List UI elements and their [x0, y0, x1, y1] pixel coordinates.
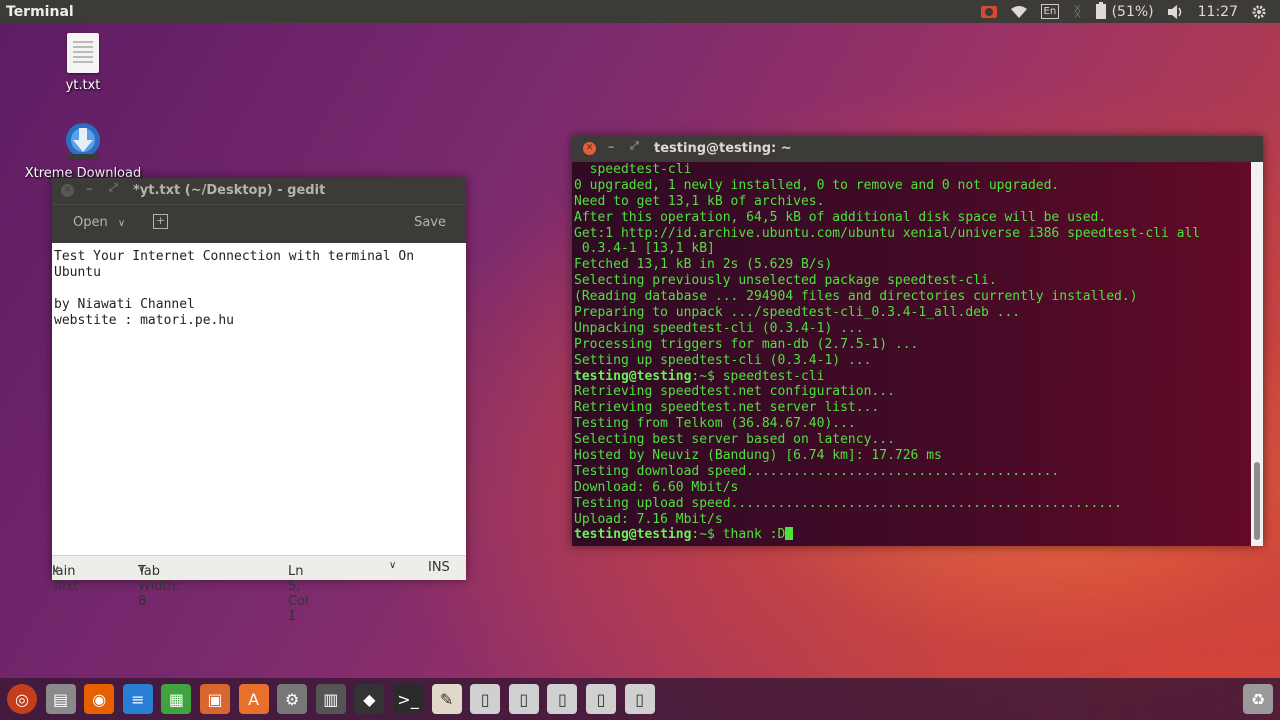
terminal-line: Download: 6.60 Mbit/s [574, 479, 739, 495]
terminal-line: (Reading database ... 294904 files and d… [574, 289, 1138, 305]
terminal-line: Need to get 13,1 kB of archives. [574, 193, 825, 209]
terminal-line: Hosted by Neuviz (Bandung) [6.74 km]: 17… [574, 448, 942, 464]
terminal-line: Selecting previously unselected package … [574, 273, 997, 289]
system-settings-icon[interactable]: ⚙ [277, 684, 308, 714]
desktop-icon-xtreme-download[interactable]: Xtreme Download [20, 122, 146, 181]
terminal-line: Preparing to unpack .../speedtest-cli_0.… [574, 305, 1021, 321]
terminal-titlebar[interactable]: ✕ – ⤢ testing@testing: ~ [572, 136, 1263, 162]
firefox-icon[interactable]: ◉ [84, 684, 115, 714]
prompt-command: speedtest-cli [722, 368, 825, 384]
window-title: *yt.txt (~/Desktop) - gedit [133, 183, 326, 198]
terminal-line: Retrieving speedtest.net configuration..… [574, 384, 895, 400]
save-button[interactable]: Save [414, 215, 446, 230]
terminal-line: 0.3.4-1 [13,1 kB] [574, 241, 715, 257]
terminal-line: Fetched 13,1 kB in 2s (5.629 B/s) [574, 257, 833, 273]
terminal-line: Upload: 7.16 Mbit/s [574, 511, 723, 527]
chevron-down-icon: ∨ [117, 218, 126, 229]
prompt-user-host: testing@testing [574, 527, 692, 543]
ubuntu-dash-icon[interactable]: ◎ [7, 684, 37, 714]
gedit-statusbar: lain Text ∨ Tab Width: 8 ∨ Ln 5, Col 1 ∨… [52, 555, 466, 624]
download-manager-icon [62, 122, 104, 162]
desktop-icon-yt-txt[interactable]: yt.txt [50, 33, 116, 93]
software-center-icon[interactable]: A [238, 684, 269, 714]
terminal-line: Testing from Telkom (36.84.67.40)... [574, 416, 856, 432]
terminal-output[interactable]: speedtest-cli 0 upgraded, 1 newly install… [572, 162, 1253, 546]
scrollbar-thumb[interactable] [1254, 462, 1260, 540]
terminal-line: Processing triggers for man-db (2.7.5-1)… [574, 336, 919, 352]
new-tab-icon[interactable]: + [153, 214, 168, 229]
terminal-prompt-line: testing@testing:~$ thank :D [574, 527, 1253, 543]
chevron-down-icon[interactable]: ∨ [389, 560, 396, 571]
minimize-icon[interactable]: – [608, 140, 615, 155]
terminal-line: Selecting best server based on latency..… [574, 432, 895, 448]
libreoffice-calc-icon[interactable]: ▦ [161, 684, 192, 714]
prompt-user-host: testing@testing [574, 368, 692, 384]
terminal-line: After this operation, 64,5 kB of additio… [574, 209, 1107, 225]
drive-icon[interactable]: ▯ [470, 684, 501, 714]
terminal-line: Setting up speedtest-cli (0.3.4-1) ... [574, 352, 872, 368]
terminal-icon[interactable]: >_ [393, 684, 423, 714]
prompt-path: :~$ [691, 527, 723, 543]
battery-icon [1095, 2, 1106, 19]
terminal-line: Get:1 http://id.archive.ubuntu.com/ubunt… [574, 225, 1201, 241]
minimize-icon[interactable]: – [86, 182, 93, 197]
launcher-bar: ◎ ▤ ◉ ≡ ▦ ▣ A ⚙ ▥ ◆ >_ ✎ ▯ ▯ ▯ ▯ ▯ ♻ [0, 678, 1280, 720]
terminal-line: 0 upgraded, 1 newly installed, 0 to remo… [574, 177, 1060, 193]
gedit-toolbar: Open ∨ + Save [52, 204, 466, 243]
indicator-area: En ᛝ (51%) 11:27 [980, 0, 1280, 23]
drive-icon[interactable]: ▯ [547, 684, 578, 714]
terminal-line: Unpacking speedtest-cli (0.3.4-1) ... [574, 320, 864, 336]
video-editor-icon[interactable]: ▥ [315, 684, 346, 714]
terminal-line: Testing upload speed....................… [574, 495, 1122, 511]
keyboard-layout: En [1040, 4, 1060, 19]
chevron-down-icon: ∨ [52, 564, 60, 575]
drive-icon[interactable]: ▯ [508, 684, 539, 714]
inkscape-icon[interactable]: ◆ [354, 684, 385, 714]
bluetooth-icon[interactable]: ᛝ [1073, 4, 1081, 20]
drive-icon[interactable]: ▯ [624, 684, 655, 714]
insert-mode[interactable]: INS [428, 560, 450, 575]
open-label: Open [73, 215, 108, 230]
close-icon[interactable]: ✕ [583, 142, 596, 155]
gedit-text-area[interactable]: Test Your Internet Connection with termi… [52, 243, 466, 555]
terminal-scrollbar[interactable] [1251, 162, 1263, 546]
wifi-icon[interactable] [1010, 5, 1027, 18]
drive-icon[interactable]: ▯ [586, 684, 616, 714]
gedit-window: ✕ – ⤢ *yt.txt (~/Desktop) - gedit Open ∨… [52, 178, 466, 624]
trash-icon[interactable]: ♻ [1243, 684, 1273, 714]
cursor-position-label: Ln 5, Col 1 [288, 564, 309, 624]
terminal-cursor [785, 527, 794, 541]
terminal-line: Retrieving speedtest.net server list... [574, 400, 880, 416]
text-editor-icon[interactable]: ✎ [431, 684, 462, 714]
volume-icon[interactable] [1167, 4, 1184, 19]
terminal-line: Testing download speed..................… [574, 463, 1060, 479]
text-file-icon [67, 33, 99, 73]
window-title: testing@testing: ~ [654, 141, 792, 156]
desktop-icon-label: yt.txt [65, 78, 101, 93]
battery-percent: (51%) [1111, 3, 1154, 20]
keyboard-icon[interactable]: En [1040, 4, 1060, 19]
maximize-icon[interactable]: ⤢ [630, 139, 639, 153]
record-icon[interactable] [980, 5, 997, 18]
libreoffice-writer-icon[interactable]: ≡ [122, 684, 153, 714]
open-button[interactable]: Open ∨ [73, 215, 125, 230]
terminal-window: ✕ – ⤢ testing@testing: ~ speedtest-cli 0 … [572, 136, 1263, 546]
maximize-icon[interactable]: ⤢ [109, 181, 118, 195]
active-app-title: Terminal [6, 3, 74, 20]
chevron-down-icon: ∨ [138, 564, 146, 575]
close-icon[interactable]: ✕ [61, 184, 74, 197]
files-icon[interactable]: ▤ [45, 684, 76, 714]
libreoffice-impress-icon[interactable]: ▣ [200, 684, 230, 714]
gear-icon[interactable] [1252, 5, 1266, 19]
top-panel: Terminal En ᛝ (51%) 11:27 [0, 0, 1280, 23]
terminal-prompt-line: testing@testing:~$ speedtest-cli [574, 369, 1253, 385]
battery-indicator[interactable]: (51%) [1095, 2, 1154, 20]
prompt-command: thank :D [722, 527, 786, 543]
clock[interactable]: 11:27 [1198, 4, 1238, 20]
terminal-line: speedtest-cli [574, 162, 692, 177]
prompt-path: :~$ [691, 368, 723, 384]
gedit-titlebar[interactable]: ✕ – ⤢ *yt.txt (~/Desktop) - gedit [52, 178, 466, 204]
